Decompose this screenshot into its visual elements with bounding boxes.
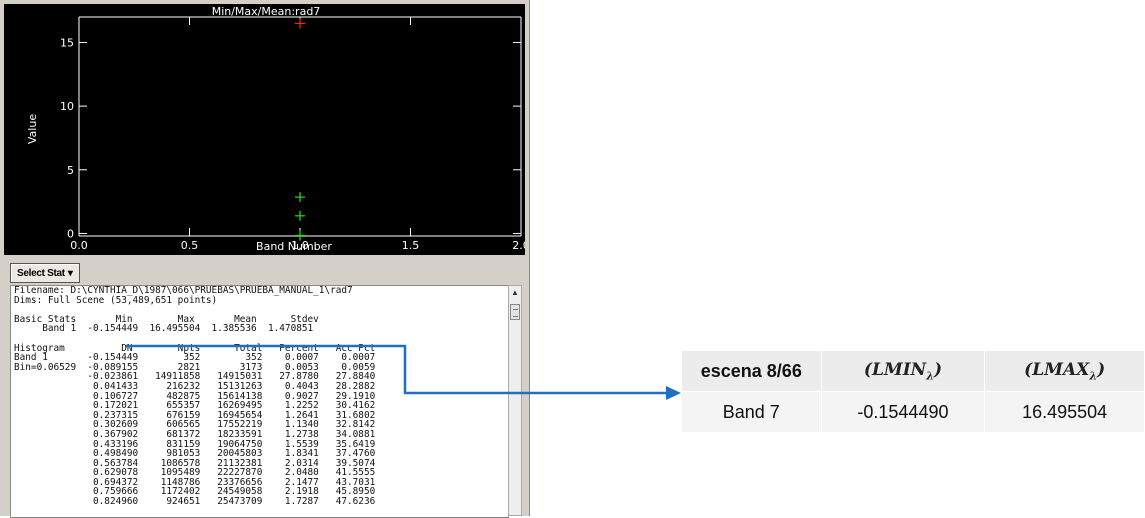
- plus-marker: [295, 192, 305, 203]
- y-tick-label: 15: [60, 36, 74, 49]
- stats-plot: 0.00.51.01.52.0051015 Min/Max/Mean:rad7 …: [4, 4, 525, 255]
- report-scrollbar[interactable]: ▲: [508, 285, 522, 516]
- plus-marker: [295, 18, 305, 29]
- header-scene: escena 8/66: [681, 350, 822, 392]
- header-lmin: (LMINλ): [820, 350, 986, 392]
- cell-lmax: 16.495504: [984, 391, 1145, 433]
- cell-lmin: -0.1544490: [820, 391, 986, 433]
- plot-title: Min/Max/Mean:rad7: [212, 5, 321, 18]
- y-axis-label: Value: [26, 114, 39, 144]
- summary-table: escena 8/66 (LMINλ) (LMAXλ) Band 7 -0.15…: [681, 350, 1145, 433]
- summary-header-row: escena 8/66 (LMINλ) (LMAXλ): [681, 350, 1145, 392]
- select-stat-label: Select Stat: [17, 267, 65, 279]
- header-lmax: (LMAXλ): [984, 350, 1145, 392]
- x-tick-label: 0.0: [70, 239, 88, 252]
- stats-report-textarea[interactable]: Filename: D:\CYNTHIA_D\1987\066\PRUEBAS\…: [10, 285, 509, 518]
- y-tick-label: 5: [67, 164, 74, 177]
- x-axis-label: Band Number: [256, 240, 332, 253]
- y-tick-label: 0: [67, 227, 74, 240]
- stats-plot-canvas: 0.00.51.01.52.0051015 Min/Max/Mean:rad7 …: [26, 5, 525, 253]
- x-tick-label: 2.0: [512, 239, 525, 252]
- x-tick-label: 0.5: [181, 239, 199, 252]
- grip-icon: [513, 309, 518, 317]
- dropdown-arrow-icon: ▾: [67, 267, 73, 279]
- cell-band: Band 7: [681, 391, 822, 433]
- stats-report-text: Filename: D:\CYNTHIA_D\1987\066\PRUEBAS\…: [14, 285, 376, 508]
- plus-marker: [295, 210, 305, 221]
- table-row: Band 7 -0.1544490 16.495504: [681, 391, 1145, 433]
- y-tick-label: 10: [60, 100, 74, 113]
- stats-toolbar: Select Stat ▾: [4, 262, 525, 284]
- scroll-thumb[interactable]: [510, 304, 520, 320]
- x-tick-label: 1.5: [402, 239, 420, 252]
- select-stat-button[interactable]: Select Stat ▾: [10, 263, 80, 283]
- envi-stats-window: 0.00.51.01.52.0051015 Min/Max/Mean:rad7 …: [0, 0, 530, 518]
- scroll-up-icon[interactable]: ▲: [509, 288, 521, 298]
